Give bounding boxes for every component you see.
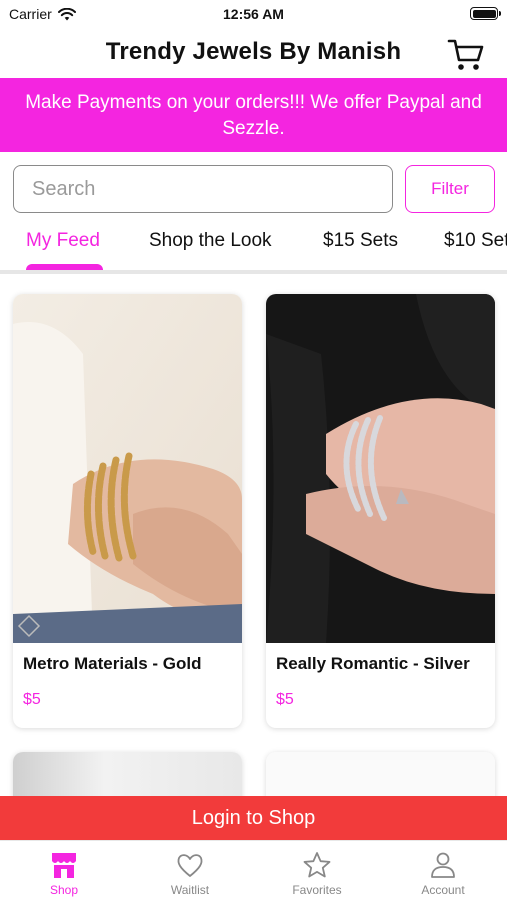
battery-icon: [470, 7, 501, 20]
header: Trendy Jewels By Manish: [0, 28, 507, 78]
app-screen: Carrier 12:56 AM Trendy Jewels By Manish…: [0, 0, 507, 900]
nav-label: Account: [421, 883, 465, 897]
product-card[interactable]: Metro Materials - Gold $5: [13, 294, 242, 728]
product-image: [266, 294, 495, 643]
nav-item-shop[interactable]: Shop: [19, 851, 109, 897]
cart-icon[interactable]: [446, 36, 486, 72]
promo-banner: Make Payments on your orders!!! We offer…: [0, 78, 507, 152]
status-bar: Carrier 12:56 AM: [0, 0, 507, 28]
nav-item-account[interactable]: Account: [398, 851, 488, 897]
heart-icon: [177, 854, 203, 877]
page-title: Trendy Jewels By Manish: [105, 38, 402, 65]
filter-button[interactable]: Filter: [405, 165, 495, 213]
search-input[interactable]: [14, 166, 392, 212]
star-icon: [303, 852, 331, 878]
product-name: Metro Materials - Gold: [23, 654, 202, 673]
nav-label: Waitlist: [170, 883, 210, 897]
tab-shop-the-look[interactable]: Shop the Look: [149, 230, 272, 252]
clock: 12:56 AM: [223, 6, 284, 22]
product-name: Really Romantic - Silver: [276, 654, 470, 673]
tab-15-sets[interactable]: $15 Sets: [323, 230, 398, 252]
bottom-nav: Shop Waitlist Favorites Account: [0, 840, 507, 900]
product-price: $5: [23, 691, 41, 708]
nav-label: Favorites: [292, 883, 342, 897]
login-to-shop-button[interactable]: Login to Shop: [0, 796, 507, 840]
nav-item-favorites[interactable]: Favorites: [272, 851, 362, 897]
search-box: [13, 165, 393, 213]
category-tabs: My Feed Shop the Look $15 Sets $10 Sets: [0, 222, 507, 274]
product-price: $5: [276, 691, 294, 708]
product-image: [13, 294, 242, 643]
store-icon: [52, 853, 76, 878]
tab-my-feed[interactable]: My Feed: [26, 230, 100, 252]
nav-item-waitlist[interactable]: Waitlist: [145, 851, 235, 897]
person-icon: [431, 852, 455, 878]
product-card[interactable]: Really Romantic - Silver $5: [266, 294, 495, 728]
tab-10-sets[interactable]: $10 Sets: [444, 230, 507, 252]
nav-label: Shop: [49, 883, 79, 897]
active-tab-indicator: [26, 264, 103, 270]
